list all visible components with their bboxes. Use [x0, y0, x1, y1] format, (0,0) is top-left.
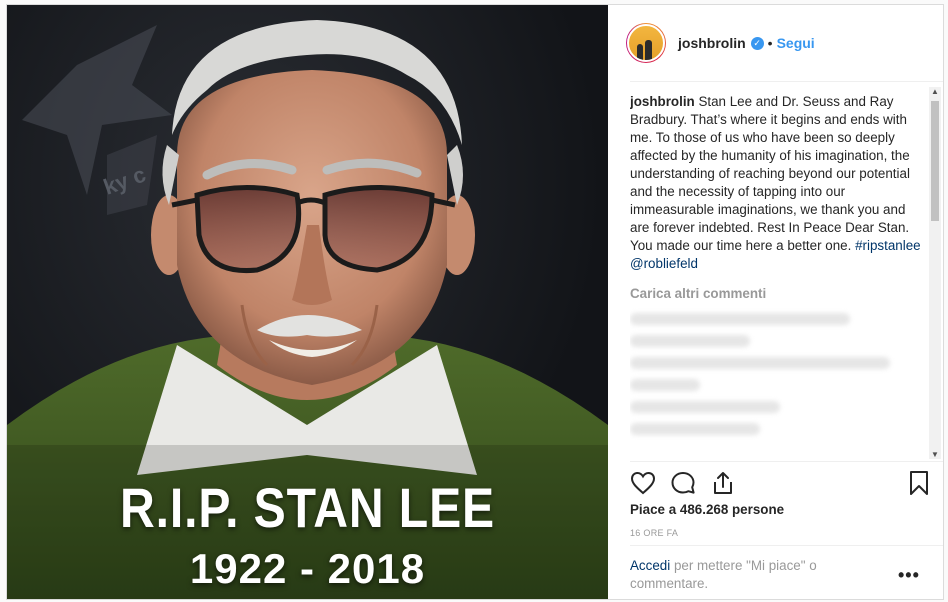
blurred-comment	[630, 357, 890, 369]
blurred-comment	[630, 313, 850, 325]
scroll-up-icon[interactable]: ▲	[929, 87, 941, 96]
post-sidebar: joshbrolin ✓ • Segui joshbrolin Stan Lee…	[608, 5, 943, 599]
headline-text: R.I.P. STAN LEE	[119, 476, 496, 539]
verified-badge-icon: ✓	[750, 36, 764, 50]
avatar[interactable]	[626, 23, 666, 63]
blurred-comment	[630, 379, 700, 391]
caption: joshbrolin Stan Lee and Dr. Seuss and Ra…	[630, 93, 923, 273]
blurred-comment	[630, 335, 750, 347]
post-timestamp[interactable]: 16 ORE FA	[630, 528, 678, 538]
post-header: joshbrolin ✓ • Segui	[608, 5, 943, 81]
separator: •	[767, 35, 773, 51]
comments-area[interactable]: joshbrolin Stan Lee and Dr. Seuss and Ra…	[630, 93, 923, 453]
login-prompt: Accedi per mettere "Mi piace" o commenta…	[630, 557, 860, 593]
caption-username[interactable]: joshbrolin	[630, 94, 695, 109]
caption-text: Stan Lee and Dr. Seuss and Ray Bradbury.…	[630, 94, 910, 253]
share-icon[interactable]	[710, 470, 736, 496]
blurred-comment	[630, 401, 780, 413]
years-text: 1922 - 2018	[189, 545, 426, 592]
bookmark-icon[interactable]	[908, 470, 930, 496]
hashtag-link[interactable]: #ripstanlee	[855, 238, 921, 253]
header-divider	[630, 81, 943, 82]
comments-scrollbar[interactable]: ▲ ▼	[929, 87, 941, 459]
load-more-comments[interactable]: Carica altri commenti	[630, 285, 923, 303]
mention-link[interactable]: @robliefeld	[630, 256, 698, 271]
blurred-comment	[630, 423, 760, 435]
scroll-thumb[interactable]	[931, 101, 939, 221]
instagram-post: ky c R.I.P. STAN LEE 1922 - 2018 joshbro…	[6, 4, 944, 600]
more-options-button[interactable]: •••	[898, 565, 920, 586]
avatar-icon	[627, 24, 665, 62]
post-actions	[630, 469, 930, 497]
likes-count[interactable]: Piace a 486.268 persone	[630, 502, 784, 517]
comment-icon[interactable]	[670, 471, 696, 495]
login-divider	[630, 545, 943, 546]
login-link[interactable]: Accedi	[630, 558, 670, 573]
heart-icon[interactable]	[630, 471, 656, 495]
username-link[interactable]: joshbrolin	[678, 35, 746, 51]
follow-button[interactable]: Segui	[777, 35, 815, 51]
scroll-down-icon[interactable]: ▼	[929, 450, 941, 459]
actions-divider	[630, 461, 943, 462]
post-image[interactable]: ky c R.I.P. STAN LEE 1922 - 2018	[7, 5, 608, 599]
